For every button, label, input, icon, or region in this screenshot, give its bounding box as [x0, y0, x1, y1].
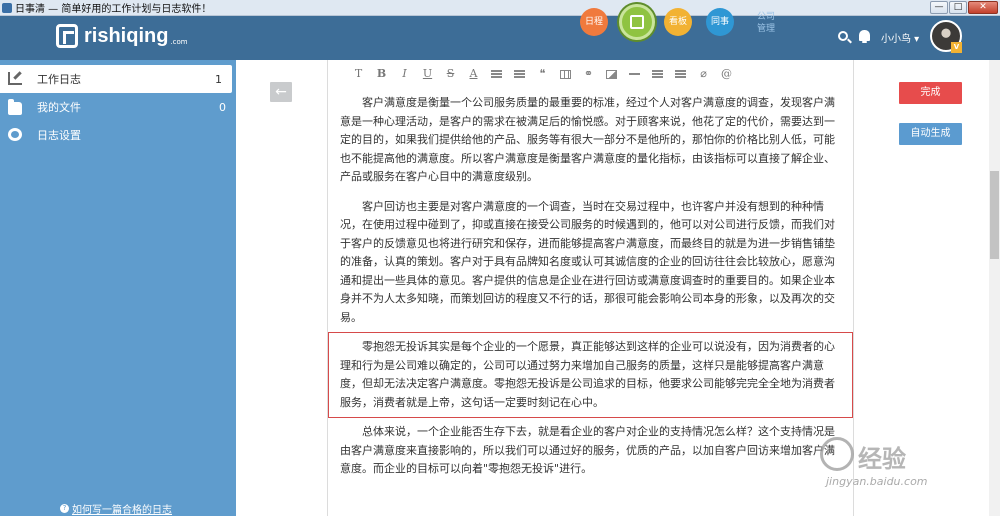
outdent-icon — [652, 70, 663, 78]
bell-icon[interactable] — [859, 30, 870, 43]
nav-schedule-button[interactable]: 日程 — [580, 8, 608, 36]
window-controls: — □ ✕ — [930, 1, 998, 14]
nav-kanban-button[interactable]: 看板 — [664, 8, 692, 36]
strikethrough-tool[interactable]: S — [439, 65, 462, 83]
sidebar-item-count: 1 — [215, 72, 222, 86]
help-link[interactable]: ? 如何写一篇合格的日志 — [60, 501, 172, 516]
edit-icon — [630, 15, 644, 29]
ordered-list-tool[interactable] — [485, 65, 508, 83]
horizontal-rule-icon — [629, 73, 640, 75]
nav-journal-button[interactable] — [619, 4, 655, 40]
horizontal-rule-tool[interactable] — [623, 65, 646, 83]
user-menu[interactable]: 小小鸟 ▾ — [881, 30, 919, 45]
ordered-list-icon — [491, 70, 502, 78]
scrollbar[interactable] — [989, 60, 1000, 516]
nav-company-button[interactable]: 公司管理 — [754, 11, 778, 35]
bold-tool[interactable]: B — [370, 65, 393, 83]
sidebar-item-label: 工作日志 — [37, 73, 81, 86]
maximize-button[interactable]: □ — [949, 1, 967, 14]
paragraph: 总体来说，一个企业能否生存下去，就是看企业的客户对企业的支持情况怎么样？这个支持… — [340, 425, 835, 475]
window-title: 日事清 — 简单好用的工作计划与日志软件！ — [15, 4, 212, 15]
unordered-list-icon — [514, 70, 525, 78]
link-tool[interactable]: ⚭ — [577, 65, 600, 83]
paperclip-icon: ⌀ — [700, 67, 707, 80]
window-titlebar: 日事清 — 简单好用的工作计划与日志软件！ — □ ✕ — [0, 0, 1000, 16]
vip-badge: V — [951, 42, 962, 53]
paragraph: 客户回访也主要是对客户满意度的一个调查，当时在交易过程中，也许客户并没有想到的种… — [340, 199, 835, 324]
sidebar-item-label: 日志设置 — [37, 129, 81, 142]
table-icon — [560, 69, 571, 79]
app-icon — [2, 2, 12, 13]
finish-button[interactable]: 完成 — [899, 82, 962, 104]
indent-icon — [675, 70, 686, 78]
close-button[interactable]: ✕ — [968, 1, 998, 14]
editor-content[interactable]: 客户满意度是衡量一个公司服务质量的最重要的标准，经过个人对客户满意度的调查，发现… — [340, 94, 840, 490]
quote-tool[interactable]: ❝ — [531, 65, 554, 83]
sidebar-item-label: 我的文件 — [37, 101, 81, 114]
app-header: rishiqing .com — [0, 16, 1000, 60]
attachment-tool[interactable]: ⌀ — [692, 65, 715, 83]
pencil-icon — [8, 72, 22, 85]
unordered-list-tool[interactable] — [508, 65, 531, 83]
indent-tool[interactable] — [669, 65, 692, 83]
sidebar: 工作日志 1 我的文件 0 日志设置 ? 如何写一篇合格的日志 — [0, 60, 236, 516]
search-icon[interactable] — [838, 31, 848, 41]
auto-generate-button[interactable]: 自动生成 — [899, 123, 962, 145]
watermark: 经验 jingyan.baidu.com — [820, 437, 990, 511]
logo-sub: .com — [170, 38, 188, 46]
baidu-paw-icon — [820, 437, 854, 471]
sidebar-item-count: 0 — [219, 100, 226, 114]
logo-text: rishiqing — [84, 25, 169, 47]
font-size-tool[interactable]: T — [347, 65, 370, 83]
mention-tool[interactable]: @ — [715, 65, 738, 83]
journal-editor[interactable]: T B I U S A ❝ ⚭ ⌀ @ 客户满意度是衡量一个公司服务质量的最重要… — [327, 60, 854, 516]
image-icon — [606, 69, 617, 79]
folder-icon — [8, 99, 22, 115]
watermark-text: 经验 — [858, 445, 906, 473]
image-tool[interactable] — [600, 65, 623, 83]
help-icon: ? — [60, 504, 69, 513]
logo-mark-icon — [56, 24, 78, 48]
sidebar-item-my-files[interactable]: 我的文件 0 — [0, 93, 236, 121]
underline-tool[interactable]: U — [416, 65, 439, 83]
table-tool[interactable] — [554, 65, 577, 83]
back-button[interactable]: ← — [270, 82, 292, 102]
sidebar-item-work-log[interactable]: 工作日志 1 — [0, 65, 232, 93]
watermark-url: jingyan.baidu.com — [826, 475, 928, 488]
sidebar-item-log-settings[interactable]: 日志设置 — [0, 121, 236, 149]
nav-colleague-button[interactable]: 同事 — [706, 8, 734, 36]
minimize-button[interactable]: — — [930, 1, 948, 14]
logo[interactable]: rishiqing .com — [56, 24, 188, 48]
font-color-tool[interactable]: A — [462, 65, 485, 83]
selection-highlight — [328, 332, 853, 418]
italic-tool[interactable]: I — [393, 65, 416, 83]
gear-icon — [8, 128, 22, 141]
scrollbar-thumb[interactable] — [990, 171, 999, 259]
paragraph: 客户满意度是衡量一个公司服务质量的最重要的标准，经过个人对客户满意度的调查，发现… — [340, 96, 835, 183]
editor-toolbar: T B I U S A ❝ ⚭ ⌀ @ — [328, 60, 853, 88]
help-link-text: 如何写一篇合格的日志 — [72, 505, 172, 516]
outdent-tool[interactable] — [646, 65, 669, 83]
